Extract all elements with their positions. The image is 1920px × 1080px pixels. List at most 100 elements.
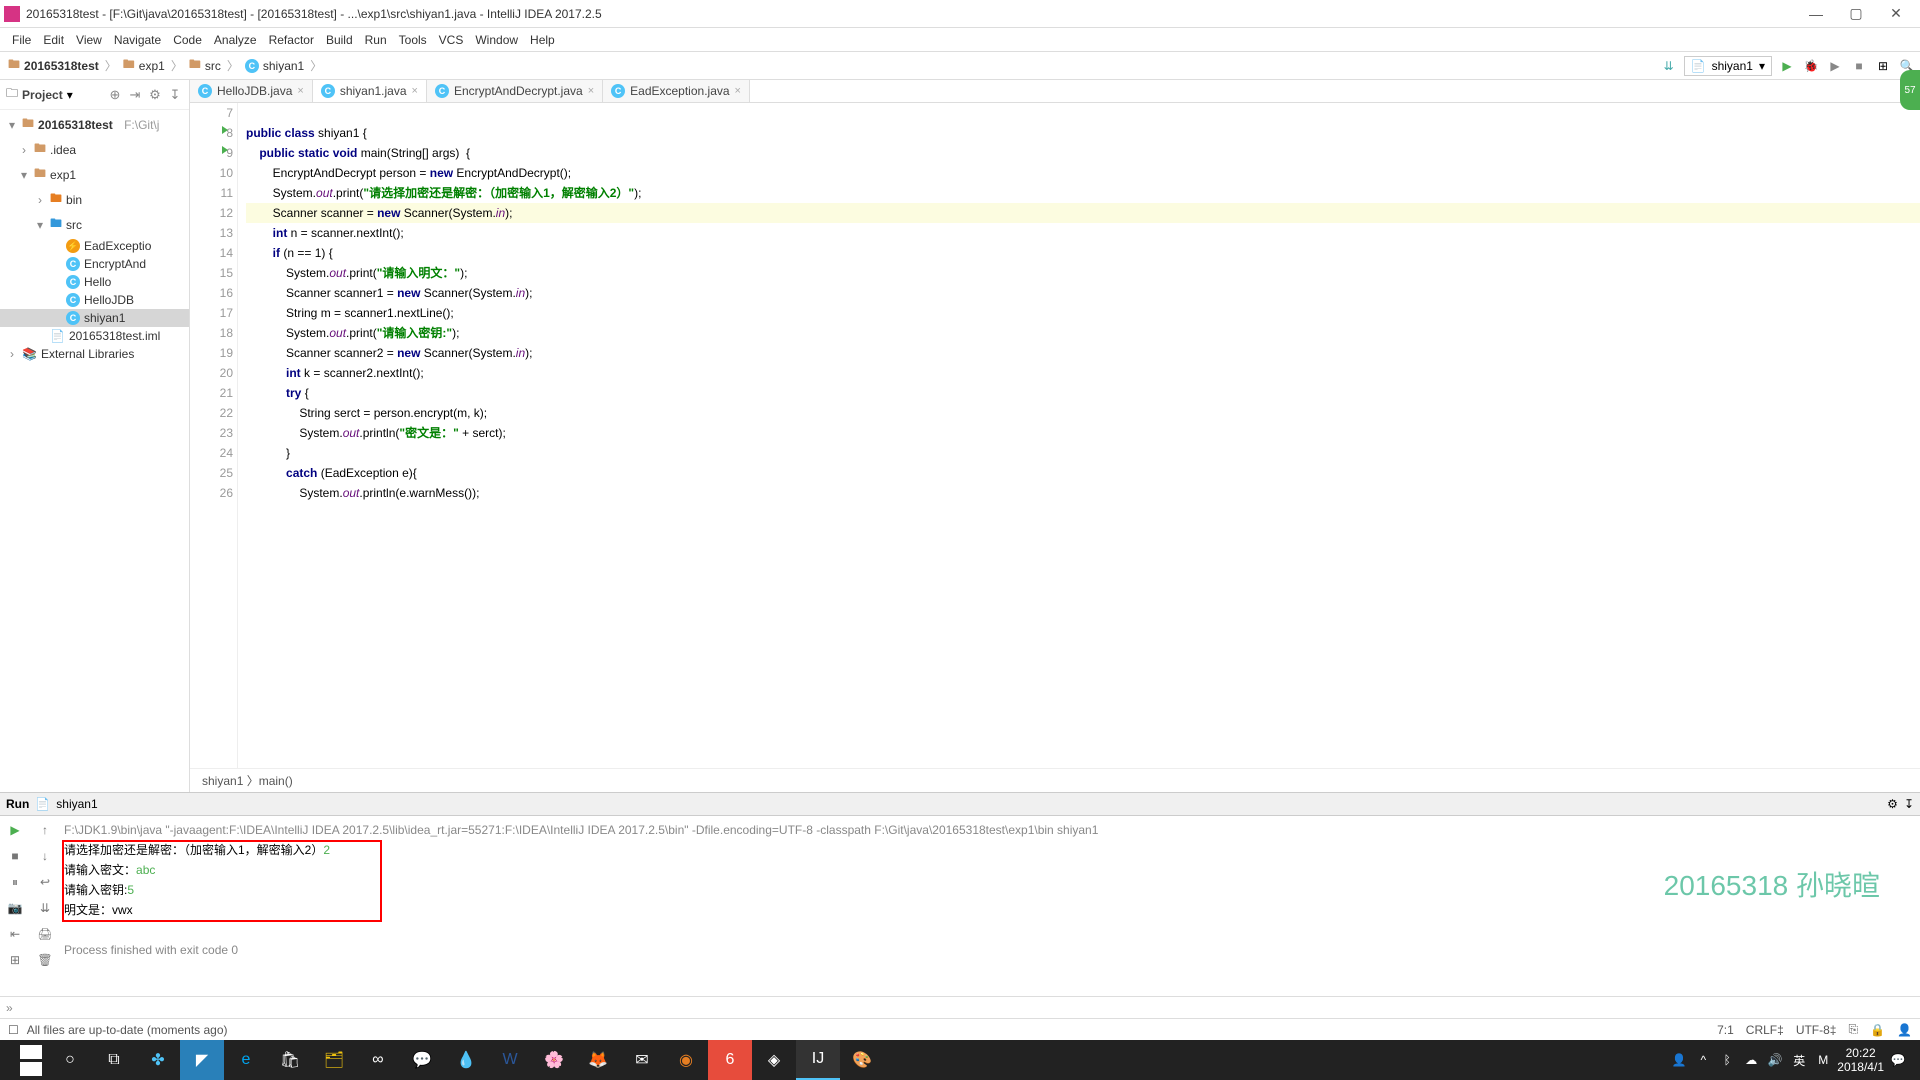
tree-eadexception[interactable]: ⚡EadExceptio — [0, 237, 189, 255]
tree-hello[interactable]: CHello — [0, 273, 189, 291]
layout-icon[interactable]: ⊞ — [5, 950, 25, 970]
close-icon[interactable]: × — [412, 85, 418, 97]
tab-eadexception[interactable]: CEadException.java× — [603, 80, 750, 102]
tree-exp1[interactable]: ▾🖿exp1 — [0, 162, 189, 187]
hide-icon[interactable]: ↧ — [1904, 797, 1914, 811]
notification-icon[interactable]: 💬 — [1888, 1053, 1908, 1067]
stop-button[interactable]: ■ — [1850, 57, 1868, 75]
stop-run-button[interactable]: ■ — [5, 846, 25, 866]
collapse-icon[interactable]: ⇥ — [127, 87, 143, 103]
tree-external-libs[interactable]: ›📚External Libraries — [0, 345, 189, 363]
app-icon[interactable]: 6 — [708, 1040, 752, 1080]
tree-bin[interactable]: ›🖿bin — [0, 187, 189, 212]
menu-file[interactable]: File — [6, 31, 37, 49]
breadcrumb-trail[interactable]: shiyan1 〉main() — [190, 768, 1920, 792]
tree-encryptand[interactable]: CEncryptAnd — [0, 255, 189, 273]
print-icon[interactable]: 🖨 — [35, 924, 55, 944]
menu-analyze[interactable]: Analyze — [208, 31, 263, 49]
wrap-icon[interactable]: ↩ — [35, 872, 55, 892]
close-icon[interactable]: × — [588, 85, 594, 97]
cortana-icon[interactable]: ○ — [48, 1040, 92, 1080]
app-icon[interactable]: ∞ — [356, 1040, 400, 1080]
gear-icon[interactable]: ⚙ — [1887, 797, 1898, 811]
minimize-button[interactable]: — — [1796, 0, 1836, 27]
hide-icon[interactable]: ↧ — [167, 87, 183, 103]
menu-tools[interactable]: Tools — [393, 31, 433, 49]
scroll-icon[interactable]: ⇊ — [35, 898, 55, 918]
coverage-button[interactable]: ▶ — [1826, 57, 1844, 75]
tab-shiyan1[interactable]: Cshiyan1.java× — [313, 80, 427, 102]
intellij-icon[interactable]: IJ — [796, 1040, 840, 1080]
word-icon[interactable]: W — [488, 1040, 532, 1080]
store-icon[interactable]: 🛍 — [268, 1040, 312, 1080]
scope-badge[interactable]: 57 — [1900, 70, 1920, 110]
menu-code[interactable]: Code — [167, 31, 208, 49]
firefox-icon[interactable]: 🦊 — [576, 1040, 620, 1080]
ime-mode[interactable]: M — [1813, 1053, 1833, 1067]
project-panel-title[interactable]: Project — [22, 88, 63, 102]
app-icon[interactable]: ◈ — [752, 1040, 796, 1080]
onedrive-icon[interactable]: ☁ — [1741, 1053, 1761, 1067]
vcs-update-icon[interactable]: ⇊ — [1660, 57, 1678, 75]
start-button[interactable] — [4, 1040, 48, 1080]
tab-hellojdb[interactable]: CHelloJDB.java× — [190, 80, 313, 102]
inspect-icon[interactable]: 👤 — [1897, 1023, 1912, 1037]
console-output[interactable]: F:\JDK1.9\bin\java "-javaagent:F:\IDEA\I… — [60, 816, 1920, 996]
menu-refactor[interactable]: Refactor — [263, 31, 320, 49]
tree-shiyan1[interactable]: Cshiyan1 — [0, 309, 189, 327]
explorer-icon[interactable]: 🗂 — [312, 1040, 356, 1080]
rerun-button[interactable]: ▶ — [5, 820, 25, 840]
app-icon[interactable]: 💧 — [444, 1040, 488, 1080]
breadcrumb[interactable]: 🖿 20165318test〉 🖿 exp1〉 🖿 src〉 C shiyan1… — [4, 55, 328, 76]
menu-window[interactable]: Window — [469, 31, 524, 49]
target-icon[interactable]: ⊕ — [107, 87, 123, 103]
close-icon[interactable]: × — [735, 85, 741, 97]
tree-root[interactable]: ▾🖿20165318test F:\Git\j — [0, 112, 189, 137]
app-icon[interactable]: 🌸 — [532, 1040, 576, 1080]
line-sep[interactable]: CRLF‡ — [1746, 1023, 1784, 1037]
trash-icon[interactable]: 🗑 — [35, 950, 55, 970]
down-icon[interactable]: ↓ — [35, 846, 55, 866]
git-branch-icon[interactable]: ⎘ — [1848, 1022, 1858, 1037]
menu-navigate[interactable]: Navigate — [108, 31, 167, 49]
tab-encryptanddecrypt[interactable]: CEncryptAndDecrypt.java× — [427, 80, 603, 102]
menu-build[interactable]: Build — [320, 31, 359, 49]
clock[interactable]: 20:222018/4/1 — [1837, 1046, 1884, 1074]
debug-button[interactable]: 🐞 — [1802, 57, 1820, 75]
app-icon[interactable]: ◤ — [180, 1040, 224, 1080]
run-tab-label[interactable]: Run — [6, 797, 29, 811]
project-structure-icon[interactable]: ⊞ — [1874, 57, 1892, 75]
people-icon[interactable]: 👤 — [1669, 1053, 1689, 1067]
menu-vcs[interactable]: VCS — [433, 31, 470, 49]
tree-src[interactable]: ▾🖿src — [0, 212, 189, 237]
tray-chevron-icon[interactable]: ^ — [1693, 1053, 1713, 1067]
edge-icon[interactable]: e — [224, 1040, 268, 1080]
chevron-down-icon[interactable]: ▾ — [67, 88, 73, 102]
close-icon[interactable]: × — [297, 85, 303, 97]
more-tool-windows[interactable]: » — [6, 1001, 13, 1015]
code-editor[interactable]: 7891011121314151617181920212223242526 pu… — [190, 103, 1920, 768]
menu-edit[interactable]: Edit — [37, 31, 70, 49]
tree-hellojdb[interactable]: CHelloJDB — [0, 291, 189, 309]
menu-view[interactable]: View — [70, 31, 108, 49]
caret-position[interactable]: 7:1 — [1717, 1023, 1734, 1037]
wechat-icon[interactable]: 💬 — [400, 1040, 444, 1080]
pause-button[interactable]: ⏸ — [5, 872, 25, 892]
tree-iml[interactable]: 📄20165318test.iml — [0, 327, 189, 345]
paint-icon[interactable]: 🎨 — [840, 1040, 884, 1080]
tree-idea[interactable]: ›🖿.idea — [0, 137, 189, 162]
run-button[interactable]: ▶ — [1778, 57, 1796, 75]
volume-icon[interactable]: 🔊 — [1765, 1053, 1785, 1067]
bluetooth-icon[interactable]: ᛒ — [1717, 1053, 1737, 1067]
gear-icon[interactable]: ⚙ — [147, 87, 163, 103]
close-button[interactable]: ✕ — [1876, 0, 1916, 27]
taskview-icon[interactable]: ⧉ — [92, 1040, 136, 1080]
menu-help[interactable]: Help — [524, 31, 561, 49]
app-icon[interactable]: ◉ — [664, 1040, 708, 1080]
camera-icon[interactable]: 📷 — [5, 898, 25, 918]
mail-icon[interactable]: ✉ — [620, 1040, 664, 1080]
exit-icon[interactable]: ⇤ — [5, 924, 25, 944]
menu-run[interactable]: Run — [359, 31, 393, 49]
up-icon[interactable]: ↑ — [35, 820, 55, 840]
lock-icon[interactable]: 🔒 — [1870, 1023, 1885, 1037]
